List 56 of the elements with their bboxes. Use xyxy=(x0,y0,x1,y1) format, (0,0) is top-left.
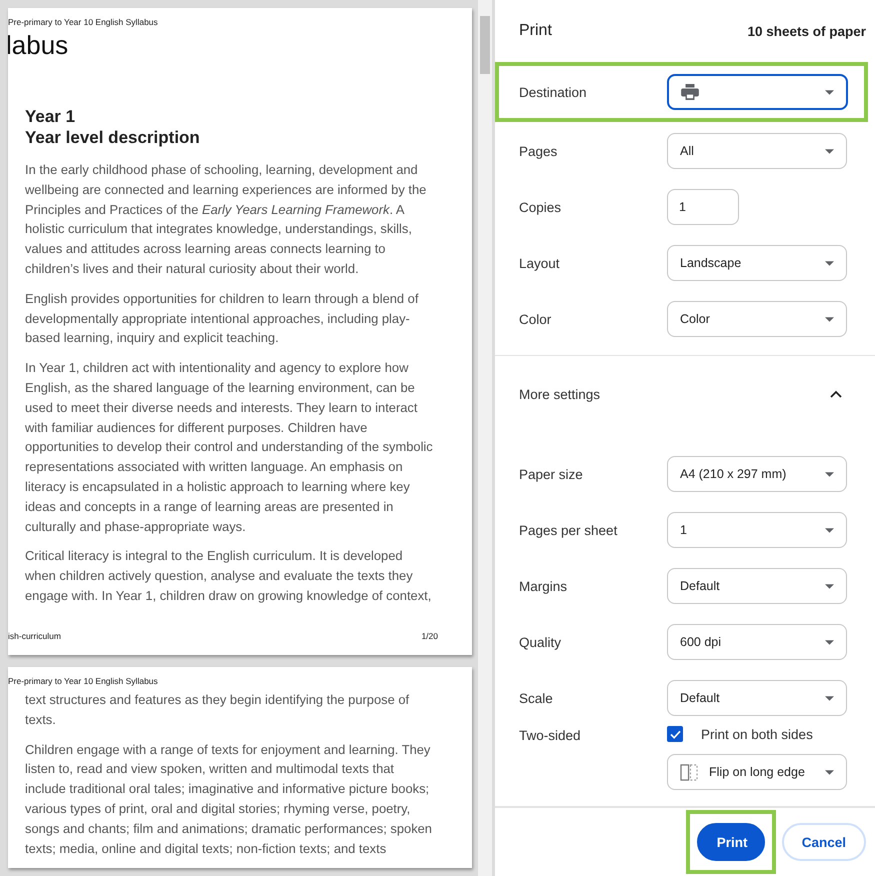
caret-icon xyxy=(825,90,834,94)
setting-label: Pages per sheet xyxy=(519,522,618,538)
paragraph: text structures and features as they begin identifying the purpose of texts. xyxy=(25,691,410,729)
setting-label: Scale xyxy=(519,690,554,706)
caret-icon xyxy=(825,640,834,644)
document-title: labus xyxy=(8,30,70,60)
section-heading: Year level description xyxy=(25,127,201,148)
caret-icon xyxy=(825,528,834,532)
print-button[interactable]: Print xyxy=(696,823,765,861)
printer-icon xyxy=(681,84,699,100)
flip-edge-icon xyxy=(680,764,699,780)
more-settings-toggle[interactable]: More settings xyxy=(495,356,875,432)
caret-icon xyxy=(825,472,834,476)
caret-icon xyxy=(825,770,834,774)
check-icon xyxy=(670,730,680,738)
caret-icon xyxy=(825,696,834,700)
caret-icon xyxy=(825,584,834,588)
dropdown[interactable]: Color xyxy=(667,301,847,337)
setting-label: Paper size xyxy=(519,466,584,482)
setting-label: Margins xyxy=(519,578,568,594)
setting-label: Color xyxy=(519,312,552,326)
caret-icon xyxy=(825,148,834,154)
setting-label: Pages xyxy=(519,144,558,158)
dropdown[interactable]: 600 dpi xyxy=(667,624,847,660)
caret-icon xyxy=(825,316,834,322)
dropdown[interactable]: Default xyxy=(667,680,847,716)
dropdown[interactable]: 1 xyxy=(667,512,847,548)
scrollbar[interactable] xyxy=(478,0,492,876)
paragraph: English provides opportunities for children to learn through a blend of developmentally appropriate intentional approaches, including play-based learning, inquiry and explicit teaching. xyxy=(25,290,420,348)
paragraph: Children engage with a range of texts for enjoyment and learning. They listen to, read and view spoken, written and multimodal texts that include traditional oral tales; imaginative and informative picture books; various types of print, oral and digital stories; rhyming verse, poetry, songs and chants; film and animations; dramatic performances; spoken texts; media, online and digital texts; non-fiction texts; and texts xyxy=(25,740,433,858)
dropdown[interactable]: All xyxy=(667,133,847,169)
cancel-button[interactable]: Cancel xyxy=(782,823,866,861)
checkbox[interactable] xyxy=(667,726,683,742)
copies-field[interactable]: 1 xyxy=(667,189,739,225)
caret-icon xyxy=(825,260,834,266)
setting-label: Destination xyxy=(519,84,588,100)
dropdown[interactable]: Flip on long edge xyxy=(667,754,847,790)
page-footer: ish-curriculum xyxy=(8,631,61,641)
setting-label: Copies xyxy=(519,200,562,214)
destination-dropdown[interactable] xyxy=(667,74,848,110)
dialog-title: Print xyxy=(519,22,552,40)
paragraph: Critical literacy is integral to the English curriculum. It is developed when children actively question, analyse and evaluate the texts they engage with. In Year 1, children draw on growing knowledge of context, xyxy=(25,547,432,605)
setting-label: Quality xyxy=(519,634,562,650)
setting-label: Two-sided xyxy=(519,728,582,743)
section-heading: Year 1 xyxy=(25,106,76,127)
sheet-count: 10 sheets of paper xyxy=(747,24,866,38)
setting-label: Layout xyxy=(519,256,561,270)
paragraph: In the early childhood phase of schooling, learning, development and wellbeing are connected and learning experiences are informed by the Principles and Practices of the Early Years Learning Framework. A holistic curriculum that integrates knowledge, understandings, skills, values and attitudes across learning areas connects learning to children’s lives and their natural curiosity about their world. xyxy=(25,161,428,278)
page-header: Pre-primary to Year 10 English Syllabus xyxy=(8,675,159,686)
dropdown[interactable]: A4 (210 x 297 mm) xyxy=(667,456,847,492)
page-header: Pre-primary to Year 10 English Syllabus xyxy=(8,16,159,27)
dropdown[interactable]: Landscape xyxy=(667,245,847,281)
page-number: 1/20 xyxy=(421,631,438,641)
checkbox-label: Print on both sides xyxy=(701,726,813,742)
paragraph: In Year 1, children act with intentionality and agency to explore how English, as the shared language of the learning environment, can be used to meet their diverse needs and interests. They learn to interact with familiar audiences for different purposes. Children have opportunities to develop their control and understanding of the symbolic representations associated with written language. An emphasis on literacy is encapsulated in a holistic approach to learning where key ideas and concepts in a range of learning areas are presented in culturally and phase-appropriate ways. xyxy=(25,359,434,536)
dropdown[interactable]: Default xyxy=(667,568,847,604)
